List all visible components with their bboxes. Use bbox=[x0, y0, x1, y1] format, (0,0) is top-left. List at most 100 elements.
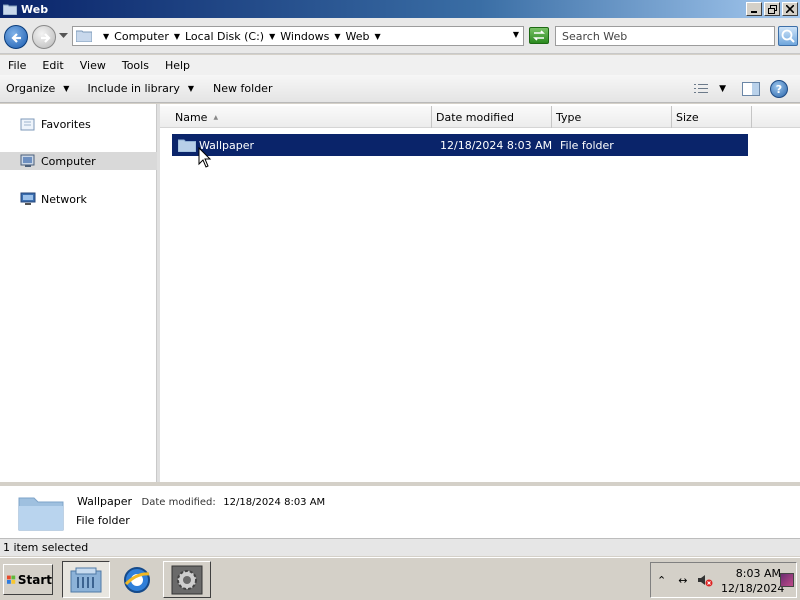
file-type: File folder bbox=[560, 138, 614, 152]
status-bar: 1 item selected bbox=[0, 538, 800, 556]
new-folder-button[interactable]: New folder bbox=[207, 82, 279, 95]
search-input[interactable]: Search Web bbox=[555, 26, 775, 46]
menu-help[interactable]: Help bbox=[157, 59, 198, 72]
nav-label-favorites: Favorites bbox=[41, 117, 91, 131]
clock-time: 8:03 AM bbox=[735, 567, 781, 580]
chevron-down-icon[interactable]: ▼ bbox=[103, 32, 109, 41]
clock-date: 12/18/2024 bbox=[721, 582, 785, 595]
folder-icon bbox=[76, 30, 92, 42]
details-title: Wallpaper Date modified: 12/18/2024 8:03… bbox=[77, 495, 325, 508]
details-type: File folder bbox=[76, 514, 130, 527]
chevron-down-icon[interactable]: ▼ bbox=[375, 32, 381, 41]
include-in-library-label: Include in library bbox=[87, 82, 180, 95]
organize-button[interactable]: Organize ▼ bbox=[0, 82, 76, 95]
nav-item-computer[interactable]: Computer bbox=[0, 152, 157, 170]
details-pane: Wallpaper Date modified: 12/18/2024 8:03… bbox=[0, 484, 800, 538]
browser-icon bbox=[124, 566, 150, 593]
column-label-name: Name bbox=[175, 110, 208, 124]
favorites-icon bbox=[20, 118, 35, 131]
chevron-down-icon[interactable]: ▼ bbox=[174, 32, 180, 41]
system-tray: ⌃ ↔ 8:03 AM 12/18/2024 bbox=[650, 562, 797, 598]
back-button[interactable] bbox=[4, 25, 28, 49]
breadcrumb-computer[interactable]: Computer bbox=[114, 30, 169, 43]
sort-ascending-icon: ▲ bbox=[213, 113, 219, 121]
menu-file[interactable]: File bbox=[0, 59, 34, 72]
recent-pages-dropdown[interactable] bbox=[59, 33, 68, 39]
taskbar-explorer-button[interactable] bbox=[62, 561, 110, 598]
view-dropdown-icon[interactable]: ▼ bbox=[719, 84, 726, 94]
nav-label-network: Network bbox=[41, 192, 87, 206]
column-header-date-modified[interactable]: Date modified bbox=[432, 106, 552, 128]
chevron-down-icon[interactable]: ▼ bbox=[334, 32, 340, 41]
menu-tools[interactable]: Tools bbox=[114, 59, 157, 72]
details-date: 12/18/2024 8:03 AM bbox=[223, 497, 326, 508]
search-button[interactable] bbox=[778, 26, 798, 46]
breadcrumb-windows[interactable]: Windows bbox=[280, 30, 329, 43]
organize-label: Organize bbox=[6, 82, 56, 95]
command-bar: Organize ▼ Include in library ▼ New fold… bbox=[0, 75, 800, 103]
nav-item-favorites[interactable]: Favorites bbox=[0, 115, 157, 133]
taskbar-browser-button[interactable] bbox=[113, 561, 161, 598]
arrow-left-icon bbox=[11, 33, 21, 43]
show-desktop-icon[interactable] bbox=[780, 573, 794, 587]
folder-icon bbox=[178, 139, 196, 152]
navigation-pane: Favorites Computer Network bbox=[0, 104, 157, 482]
chevron-down-icon: ▼ bbox=[63, 84, 70, 93]
computer-icon bbox=[20, 154, 35, 167]
column-header-size[interactable]: Size bbox=[672, 106, 752, 128]
start-label: Start bbox=[17, 572, 52, 587]
library-folder-icon bbox=[70, 567, 102, 592]
refresh-icon bbox=[533, 30, 545, 41]
menu-bar: File Edit View Tools Help bbox=[0, 55, 800, 75]
mouse-cursor-icon bbox=[198, 147, 212, 168]
breadcrumb: ▼ Computer ▼ Local Disk (C:) ▼ Windows ▼… bbox=[98, 30, 386, 43]
forward-button[interactable] bbox=[32, 25, 56, 49]
column-header-name[interactable]: Name ▲ bbox=[160, 106, 432, 128]
start-button[interactable]: Start bbox=[3, 564, 53, 595]
file-name: Wallpaper bbox=[199, 138, 255, 152]
address-dropdown-icon[interactable]: ▼ bbox=[513, 30, 519, 39]
menu-view[interactable]: View bbox=[72, 59, 114, 72]
gear-icon bbox=[171, 565, 203, 594]
help-icon[interactable]: ? bbox=[770, 80, 788, 98]
folder-icon bbox=[18, 497, 64, 531]
show-hidden-icons-icon[interactable]: ⌃ bbox=[657, 574, 666, 587]
chevron-down-icon[interactable]: ▼ bbox=[269, 32, 275, 41]
view-controls: ▼ ? bbox=[693, 80, 788, 98]
taskbar: Start ⌃ ↔ 8:03 AM 12/18/2024 bbox=[0, 557, 800, 600]
include-in-library-button[interactable]: Include in library ▼ bbox=[81, 82, 201, 95]
nav-item-network[interactable]: Network bbox=[0, 190, 157, 208]
details-name: Wallpaper bbox=[77, 495, 133, 508]
chevron-down-icon: ▼ bbox=[187, 84, 195, 93]
windows-logo-icon bbox=[7, 575, 16, 584]
taskbar-settings-button[interactable] bbox=[163, 561, 211, 598]
close-icon bbox=[786, 5, 794, 13]
file-date-modified: 12/18/2024 8:03 AM bbox=[440, 138, 553, 152]
file-row[interactable]: Wallpaper 12/18/2024 8:03 AM File folder bbox=[172, 134, 748, 156]
details-date-label: Date modified: bbox=[141, 497, 216, 508]
window-title: Web bbox=[21, 2, 49, 16]
minimize-button[interactable] bbox=[746, 2, 762, 16]
nav-label-computer: Computer bbox=[41, 154, 96, 168]
minimize-icon bbox=[751, 11, 757, 13]
address-toolbar: ▼ Computer ▼ Local Disk (C:) ▼ Windows ▼… bbox=[0, 18, 800, 54]
column-header-type[interactable]: Type bbox=[552, 106, 672, 128]
arrow-right-icon bbox=[41, 33, 51, 43]
address-bar[interactable]: ▼ Computer ▼ Local Disk (C:) ▼ Windows ▼… bbox=[72, 26, 524, 46]
refresh-button[interactable] bbox=[529, 27, 549, 44]
network-status-icon[interactable]: ↔ bbox=[678, 574, 687, 587]
close-button[interactable] bbox=[782, 2, 798, 16]
folder-icon bbox=[3, 4, 17, 15]
breadcrumb-web[interactable]: Web bbox=[346, 30, 370, 43]
preview-pane-icon[interactable] bbox=[742, 82, 760, 96]
clock[interactable]: 8:03 AM 12/18/2024 bbox=[721, 566, 785, 596]
file-list[interactable]: Name ▲ Date modified Type Size Wallpaper… bbox=[160, 104, 800, 482]
title-bar[interactable]: Web bbox=[0, 0, 800, 18]
status-text: 1 item selected bbox=[3, 541, 89, 554]
change-view-icon[interactable] bbox=[693, 83, 709, 95]
volume-muted-icon[interactable] bbox=[697, 573, 713, 587]
column-headers: Name ▲ Date modified Type Size bbox=[160, 106, 800, 128]
menu-edit[interactable]: Edit bbox=[34, 59, 71, 72]
breadcrumb-local-disk[interactable]: Local Disk (C:) bbox=[185, 30, 264, 43]
restore-button[interactable] bbox=[764, 2, 780, 16]
